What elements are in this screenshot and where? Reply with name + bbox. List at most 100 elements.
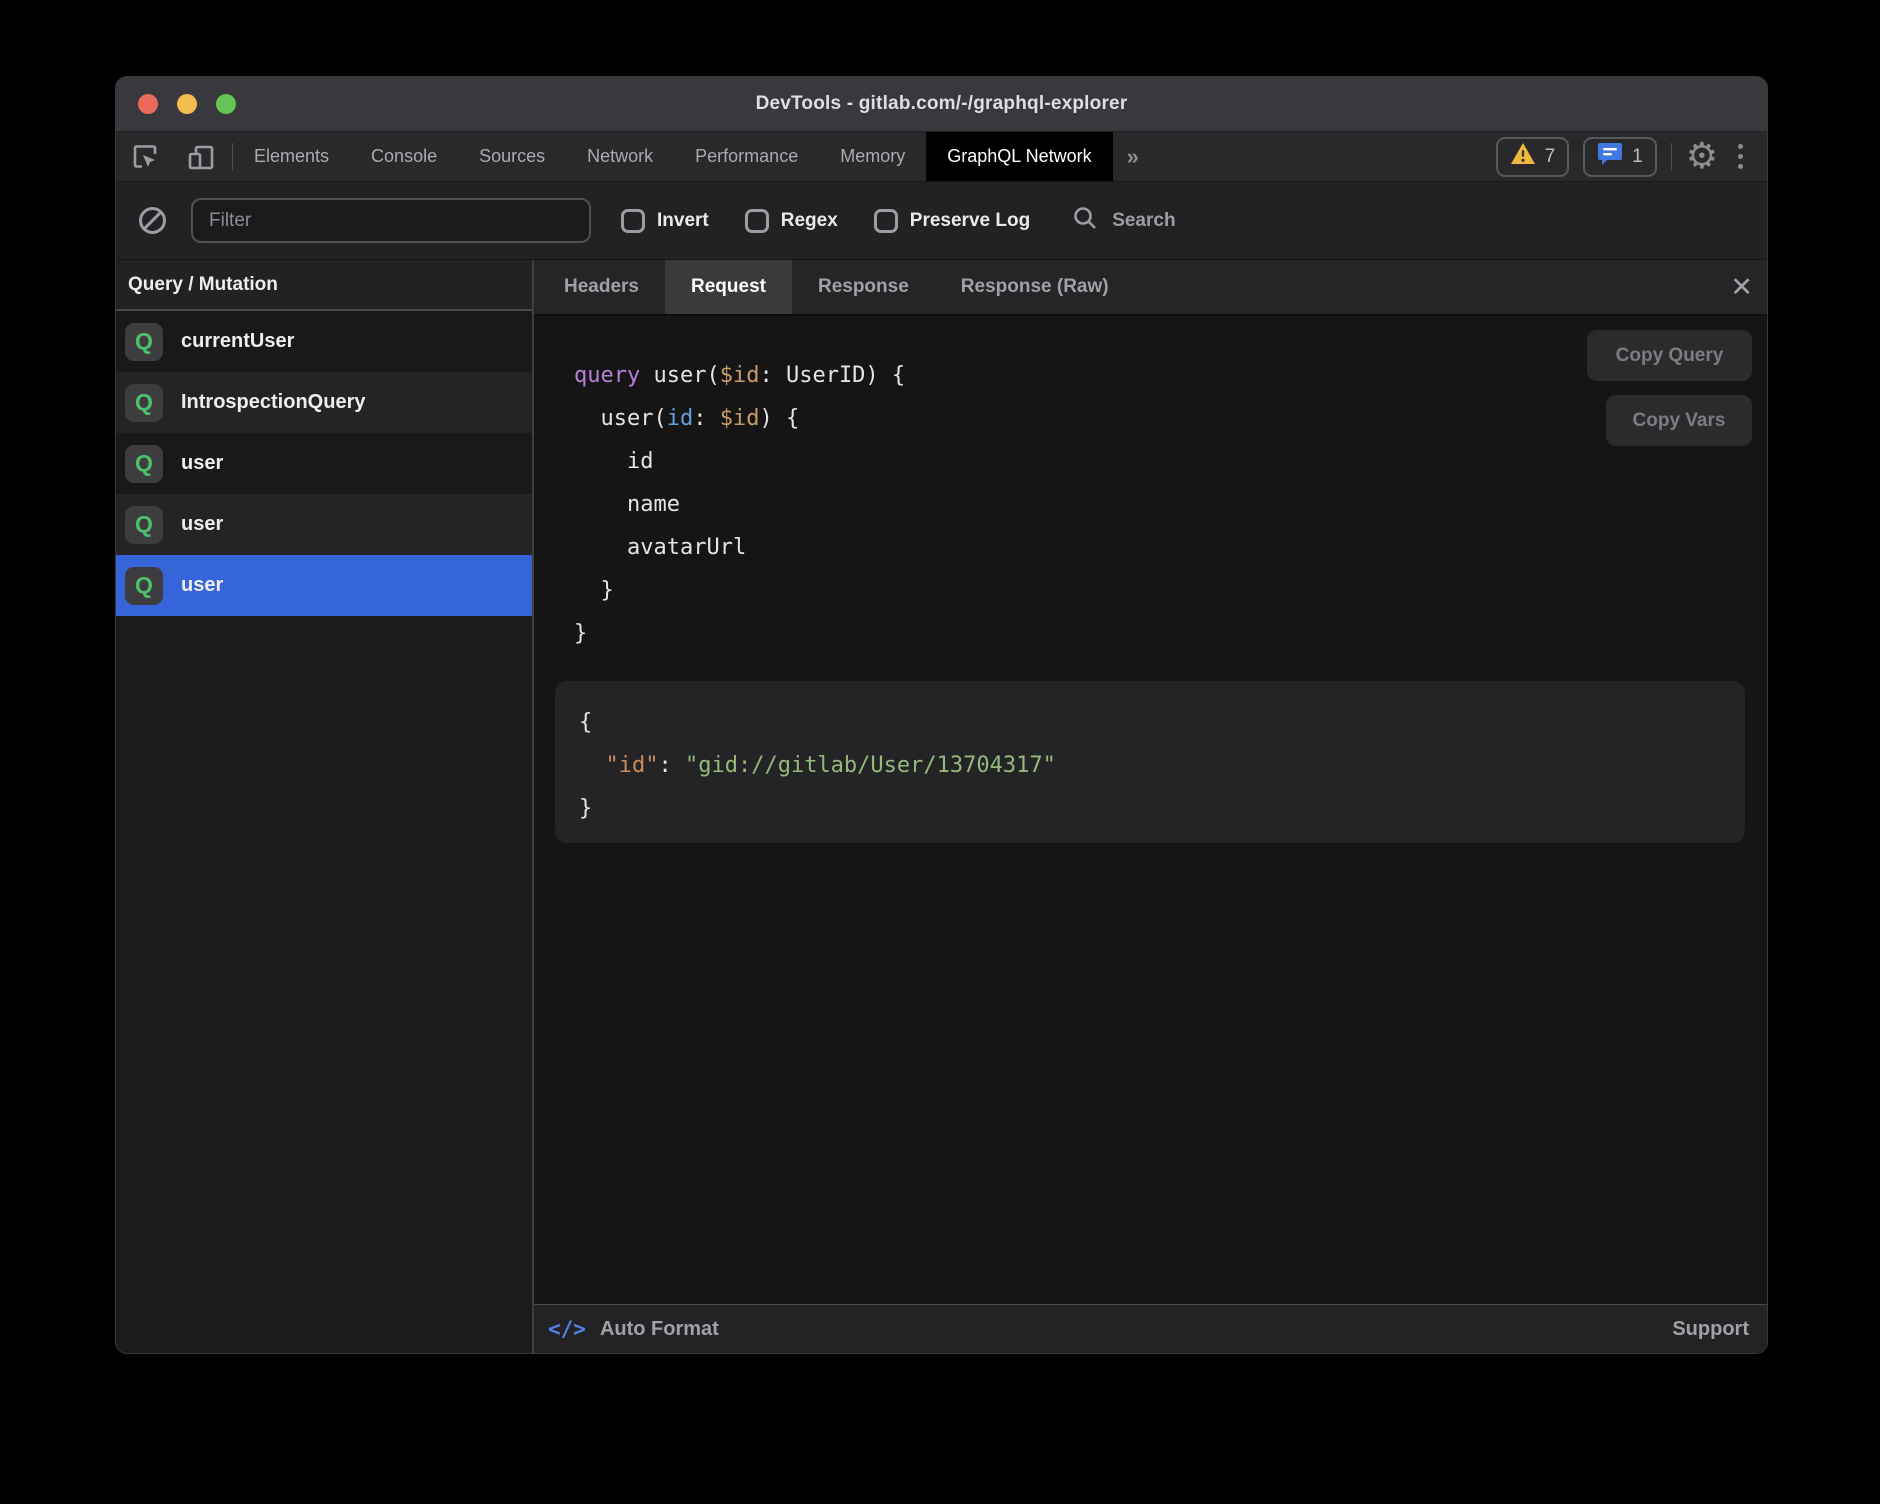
- warning-icon: [1510, 142, 1536, 172]
- code-token: :: [658, 753, 685, 778]
- close-icon[interactable]: ✕: [1730, 260, 1753, 314]
- more-tabs-button[interactable]: »: [1113, 132, 1153, 181]
- variables-box: { "id": "gid://gitlab/User/13704317"}: [555, 681, 1745, 843]
- devtools-tab-label: Performance: [695, 146, 798, 167]
- settings-gear-icon[interactable]: ⚙: [1686, 139, 1718, 175]
- devtools-tab[interactable]: Performance: [674, 132, 819, 181]
- code-token: {: [579, 710, 592, 735]
- checkbox-icon[interactable]: [745, 209, 769, 233]
- code-line: user(id: $id) {: [574, 397, 1767, 440]
- devtools-tab-label: Console: [371, 146, 437, 167]
- query-type-badge: Q: [125, 323, 163, 361]
- query-code-block: query user($id: UserID) { user(id: $id) …: [574, 354, 1767, 655]
- devtools-tab-bar: Elements Console Sources Network Performance…: [116, 132, 1767, 182]
- devtools-tab[interactable]: GraphQL Network: [926, 132, 1112, 181]
- query-name-label: currentUser: [181, 330, 294, 353]
- code-token: query: [574, 363, 640, 388]
- code-line: }: [579, 787, 1745, 830]
- copy-query-button[interactable]: Copy Query: [1587, 330, 1752, 381]
- devtools-window: DevTools - gitlab.com/-/graphql-explorer…: [115, 76, 1768, 1354]
- detail-tab[interactable]: Request: [665, 260, 792, 314]
- query-type-badge: Q: [125, 506, 163, 544]
- code-token: id: [574, 449, 653, 474]
- devtools-tab[interactable]: Sources: [458, 132, 566, 181]
- window-title: DevTools - gitlab.com/-/graphql-explorer: [116, 93, 1767, 115]
- query-list-item[interactable]: Q IntrospectionQuery: [116, 372, 532, 433]
- filter-input[interactable]: [191, 198, 591, 243]
- devtools-tab-label: Elements: [254, 146, 329, 167]
- checkbox-label: Regex: [781, 210, 838, 232]
- checkbox-icon[interactable]: [621, 209, 645, 233]
- devtools-tab-label: Memory: [840, 146, 905, 167]
- code-token: :: [693, 406, 720, 431]
- request-detail-panel: Headers Request Response Response (Raw) ✕ q…: [534, 260, 1767, 1353]
- code-line: {: [579, 701, 1745, 744]
- query-list-panel: Query / Mutation Q currentUser Q Introsp…: [116, 260, 534, 1353]
- code-line: avatarUrl: [574, 526, 1767, 569]
- code-token: }: [574, 621, 587, 646]
- warnings-badge[interactable]: 7: [1496, 137, 1570, 177]
- query-name-label: IntrospectionQuery: [181, 391, 365, 414]
- kebab-menu-icon[interactable]: [1732, 144, 1749, 169]
- filter-checkboxes: Invert Regex Preserve Log: [621, 209, 1030, 233]
- code-token: $id: [720, 363, 760, 388]
- support-link[interactable]: Support: [1672, 1318, 1749, 1341]
- code-icon: </>: [548, 1317, 586, 1341]
- request-body: query user($id: UserID) { user(id: $id) …: [534, 316, 1767, 1304]
- query-type-badge: Q: [125, 384, 163, 422]
- detail-tab-label: Response: [818, 276, 909, 298]
- checkbox-label: Invert: [657, 210, 709, 232]
- detail-tab-label: Headers: [564, 276, 639, 298]
- toolbar-divider: [1671, 143, 1672, 171]
- code-line: }: [574, 612, 1767, 655]
- query-list-item[interactable]: Q currentUser: [116, 311, 532, 372]
- detail-tab-label: Response (Raw): [961, 276, 1109, 298]
- filter-toolbar: Invert Regex Preserve Log Search: [116, 182, 1767, 260]
- search-label: Search: [1112, 210, 1175, 232]
- query-list-item[interactable]: Q user: [116, 494, 532, 555]
- checkbox-label: Preserve Log: [910, 210, 1030, 232]
- inspect-element-icon[interactable]: [130, 142, 160, 172]
- detail-tab[interactable]: Response: [792, 260, 935, 314]
- auto-format-button[interactable]: Auto Format: [600, 1318, 719, 1341]
- devtools-tab[interactable]: Memory: [819, 132, 926, 181]
- code-token: id: [667, 406, 694, 431]
- code-token: user(: [574, 406, 667, 431]
- detail-tab-label: Request: [691, 276, 766, 298]
- query-type-badge: Q: [125, 567, 163, 605]
- filter-checkbox-option[interactable]: Invert: [621, 209, 709, 233]
- code-token: "id": [606, 753, 659, 778]
- code-token: ) {: [759, 406, 799, 431]
- warning-count: 7: [1545, 146, 1556, 168]
- filter-checkbox-option[interactable]: Regex: [745, 209, 838, 233]
- code-token: name: [574, 492, 680, 517]
- device-toolbar-icon[interactable]: [186, 142, 216, 172]
- title-bar: DevTools - gitlab.com/-/graphql-explorer: [116, 77, 1767, 132]
- devtools-tab-label: Network: [587, 146, 653, 167]
- devtools-tab-label: Sources: [479, 146, 545, 167]
- devtools-tab-label: GraphQL Network: [947, 146, 1091, 167]
- checkbox-icon[interactable]: [874, 209, 898, 233]
- code-token: }: [574, 578, 614, 603]
- filter-checkbox-option[interactable]: Preserve Log: [874, 209, 1030, 233]
- code-line: }: [574, 569, 1767, 612]
- clear-filter-icon[interactable]: [139, 207, 166, 234]
- code-token: }: [579, 796, 592, 821]
- code-token: user(: [640, 363, 719, 388]
- issues-count: 1: [1632, 146, 1643, 168]
- detail-tab[interactable]: Headers: [538, 260, 665, 314]
- detail-tab[interactable]: Response (Raw): [935, 260, 1135, 314]
- copy-vars-button[interactable]: Copy Vars: [1606, 395, 1752, 446]
- code-line: name: [574, 483, 1767, 526]
- code-token: : UserID) {: [759, 363, 905, 388]
- devtools-tab[interactable]: Console: [350, 132, 458, 181]
- query-name-label: user: [181, 452, 223, 475]
- issues-badge[interactable]: 1: [1583, 137, 1657, 177]
- devtools-tab[interactable]: Elements: [233, 132, 350, 181]
- devtools-tab[interactable]: Network: [566, 132, 674, 181]
- query-list-item[interactable]: Q user: [116, 555, 532, 616]
- detail-tab-bar: Headers Request Response Response (Raw) ✕: [534, 260, 1767, 316]
- query-list-item[interactable]: Q user: [116, 433, 532, 494]
- devtools-tabs: Elements Console Sources Network Performance…: [233, 132, 1113, 181]
- search-control[interactable]: Search: [1072, 205, 1175, 237]
